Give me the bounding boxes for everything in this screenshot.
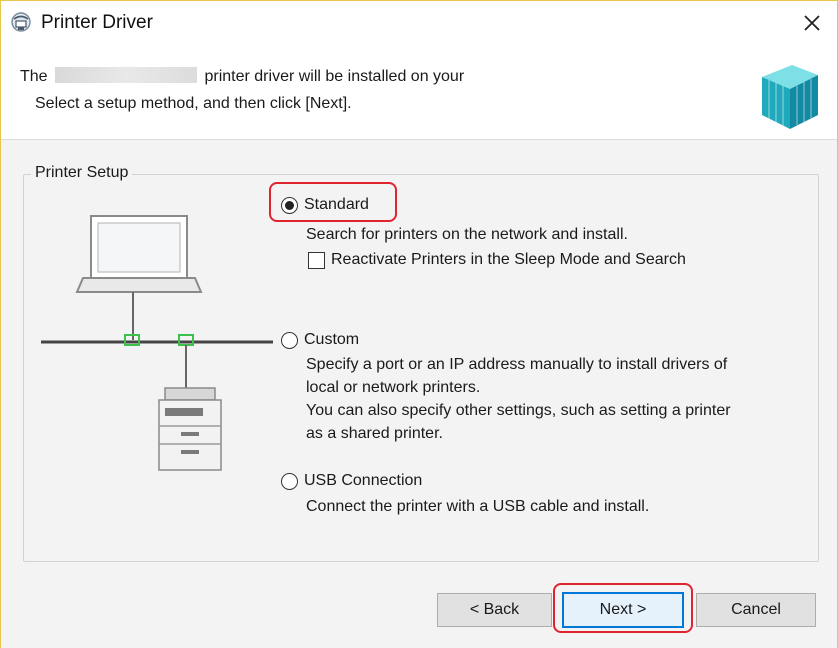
printer-setup-label: Printer Setup <box>31 164 133 182</box>
reactivate-sleep-checkbox-option[interactable]: Reactivate Printers in the Sleep Mode an… <box>308 251 686 269</box>
install-message-suffix: printer driver will be installed on your <box>204 68 465 85</box>
custom-description-line: You can also specify other settings, suc… <box>306 402 731 419</box>
usb-connection-radio-option[interactable]: USB Connection <box>281 472 422 490</box>
product-cube-icon <box>762 65 818 129</box>
header-panel: The printer driver will be installed on … <box>1 45 837 139</box>
cancel-button[interactable]: Cancel <box>696 593 816 627</box>
instruction-text: Select a setup method, and then click [N… <box>35 95 352 112</box>
reactivate-sleep-checkbox[interactable] <box>308 251 325 269</box>
custom-description-line: local or network printers. <box>306 379 481 396</box>
printer-driver-icon <box>9 10 33 34</box>
network-illustration <box>41 215 273 471</box>
window-title: Printer Driver <box>41 12 153 33</box>
custom-radio-option[interactable]: Custom <box>281 331 359 349</box>
install-message-prefix: The <box>20 68 48 85</box>
next-button[interactable]: Next > <box>562 592 684 628</box>
usb-connection-radio[interactable] <box>281 472 298 490</box>
custom-description-line: as a shared printer. <box>306 425 443 442</box>
custom-description: Specify a port or an IP address manually… <box>306 353 731 445</box>
printer-driver-window: Printer Driver The printer driver will b… <box>0 0 838 648</box>
reactivate-sleep-label: Reactivate Printers in the Sleep Mode an… <box>331 251 686 268</box>
standard-radio-option[interactable]: Standard <box>281 196 369 214</box>
standard-radio[interactable] <box>281 196 298 214</box>
standard-label: Standard <box>304 196 369 213</box>
laptop-icon <box>75 215 203 293</box>
back-button[interactable]: < Back <box>437 593 552 627</box>
install-message: The printer driver will be installed on … <box>20 67 464 86</box>
custom-label: Custom <box>304 331 360 348</box>
printer-icon <box>158 387 222 471</box>
redacted-model-name <box>55 67 198 83</box>
usb-connection-label: USB Connection <box>304 472 423 489</box>
close-icon[interactable] <box>797 8 827 38</box>
custom-description-line: Specify a port or an IP address manually… <box>306 356 728 373</box>
usb-connection-description: Connect the printer with a USB cable and… <box>306 498 650 515</box>
standard-description: Search for printers on the network and i… <box>306 226 628 243</box>
custom-radio[interactable] <box>281 331 298 349</box>
title-bar: Printer Driver <box>1 1 837 45</box>
content-panel: Printer Setup Standard Search for printe… <box>1 139 837 648</box>
